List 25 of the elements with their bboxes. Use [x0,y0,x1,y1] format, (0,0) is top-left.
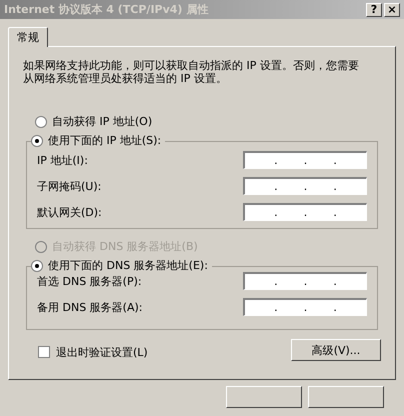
checkbox-label: 退出时验证设置(L) [56,346,148,358]
ip-address-field[interactable]: . . . [243,203,367,221]
checkbox[interactable] [38,346,50,358]
advanced-button[interactable]: 高级(V)... [291,339,381,361]
ip-address-field[interactable]: . . . [243,298,367,316]
ip-address-field[interactable]: . . . [243,151,367,169]
field-label: 备用 DNS 服务器(A): [37,300,142,314]
help-button[interactable]: ? [366,2,382,16]
dialog-button[interactable] [226,386,302,408]
radio-label: 自动获得 IP 地址(O) [52,115,152,128]
field-label: IP 地址(I): [37,154,88,166]
field-label: 子网掩码(U): [37,180,102,192]
ip-address-field[interactable]: . . . [243,177,367,195]
radio-label: 使用下面的 DNS 服务器地址(E): [48,259,208,272]
field-label: 默认网关(D): [37,206,102,218]
tab[interactable]: 常规 [8,27,48,47]
radio-button[interactable] [31,134,43,146]
field-label: 首选 DNS 服务器(P): [37,274,142,288]
ip-address-field[interactable]: . . . [243,272,367,290]
radio-button[interactable] [31,260,43,272]
intro-text: 如果网络支持此功能，则可以获取自动指派的 IP 设置。否则，您需要从网络系统管理员处获得适当的 IP 设置。 [23,59,360,85]
radio-label: 使用下面的 IP 地址(S): [48,134,162,147]
radio-button[interactable] [35,116,47,128]
dialog-button[interactable] [308,386,384,408]
close-button[interactable]: × [384,2,400,16]
